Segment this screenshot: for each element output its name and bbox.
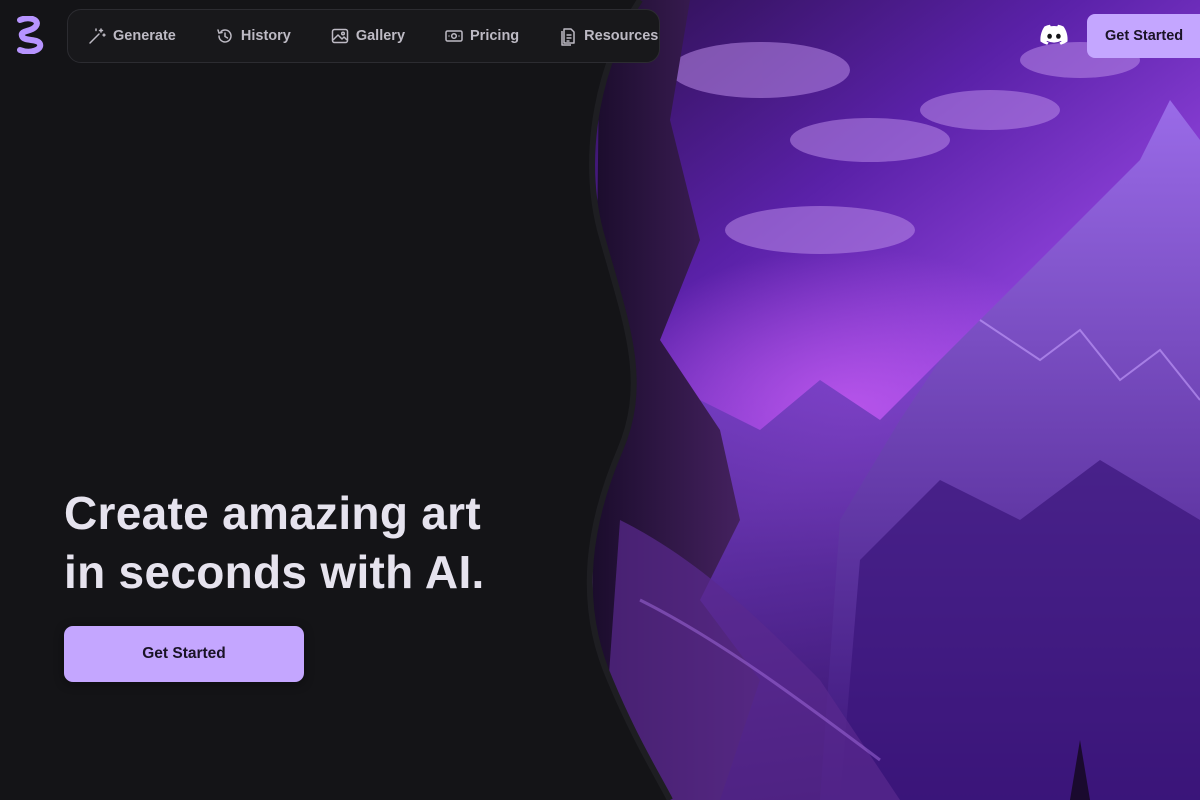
nav-item-generate[interactable]: Generate bbox=[87, 26, 176, 46]
hero-headline-line2: in seconds with AI. bbox=[64, 546, 485, 598]
document-icon bbox=[558, 26, 578, 46]
logo-icon[interactable] bbox=[14, 15, 46, 55]
nav-item-label: History bbox=[240, 28, 291, 44]
nav-item-label: Generate bbox=[113, 28, 176, 44]
nav-item-history[interactable]: History bbox=[215, 26, 291, 46]
magic-wand-icon bbox=[87, 26, 107, 46]
nav-item-label: Resources bbox=[584, 28, 659, 44]
get-started-button-hero[interactable]: Get Started bbox=[64, 626, 304, 682]
hero-headline: Create amazing art in seconds with AI. bbox=[64, 484, 584, 602]
get-started-button-header[interactable]: Get Started bbox=[1087, 14, 1200, 58]
nav-item-pricing[interactable]: Pricing bbox=[444, 26, 519, 46]
image-icon bbox=[330, 26, 350, 46]
discord-icon[interactable] bbox=[1040, 24, 1068, 46]
nav-item-gallery[interactable]: Gallery bbox=[330, 26, 405, 46]
history-icon bbox=[215, 26, 235, 46]
hero-headline-line1: Create amazing art bbox=[64, 487, 481, 539]
nav-item-label: Pricing bbox=[470, 28, 520, 44]
nav-item-resources[interactable]: Resources bbox=[558, 26, 658, 46]
main-nav: Generate History Gallery Pricing Resourc… bbox=[67, 9, 660, 63]
money-icon bbox=[444, 26, 464, 46]
nav-item-label: Gallery bbox=[355, 28, 406, 44]
